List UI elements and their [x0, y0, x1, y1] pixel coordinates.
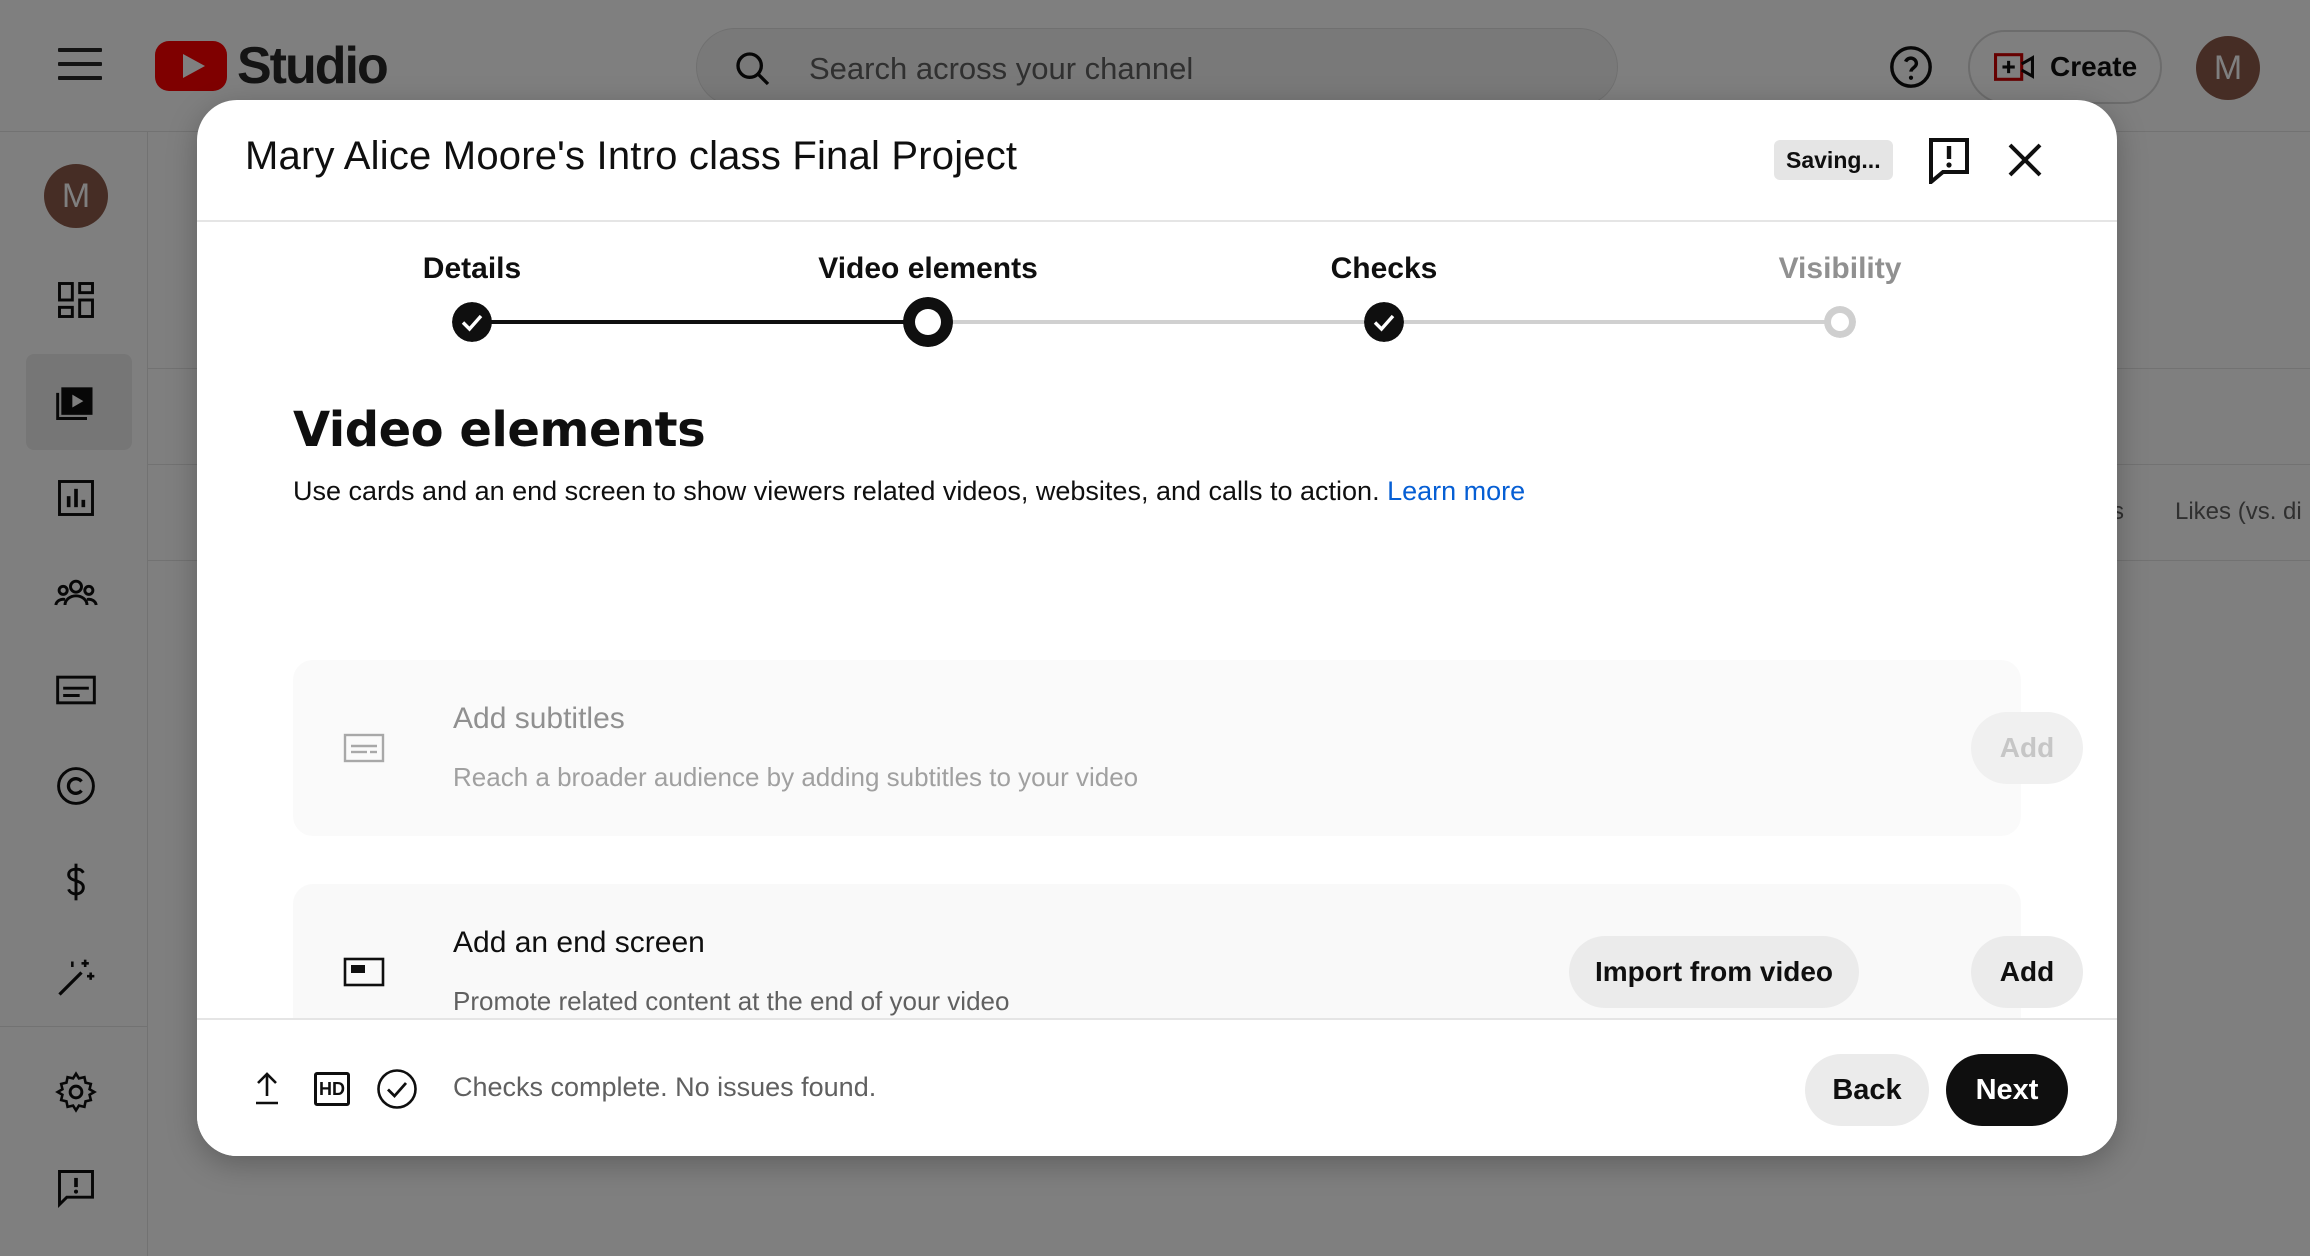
- subtitles-card-description: Reach a broader audience by adding subti…: [453, 762, 1139, 792]
- end-screen-card: Add an end screen Promote related conten…: [293, 884, 2083, 1020]
- report-issue-icon[interactable]: [1927, 136, 1971, 184]
- end-screen-card-title: Add an end screen: [453, 926, 705, 959]
- section-description: Use cards and an end screen to show view…: [293, 476, 1525, 507]
- learn-more-link[interactable]: Learn more: [1387, 476, 1525, 506]
- step-video-elements-current-icon[interactable]: [903, 297, 953, 347]
- step-checks-check-icon[interactable]: [1364, 302, 1404, 342]
- dialog-title: Mary Alice Moore's Intro class Final Pro…: [245, 134, 1018, 178]
- subtitles-card: Add subtitles Reach a broader audience b…: [293, 660, 2083, 836]
- step-details-check-icon[interactable]: [452, 302, 492, 342]
- video-details-dialog: Mary Alice Moore's Intro class Final Pro…: [197, 100, 2117, 1156]
- step-checks-label[interactable]: Checks: [1331, 252, 1438, 286]
- dialog-footer: HD Checks complete. No issues found. Bac…: [197, 1018, 2117, 1156]
- step-visibility-label[interactable]: Visibility: [1779, 252, 1902, 286]
- add-subtitles-button[interactable]: Add: [1971, 712, 2083, 784]
- next-button[interactable]: Next: [1946, 1054, 2068, 1126]
- close-icon[interactable]: [2005, 140, 2045, 180]
- upload-stepper: Details Video elements Checks Visibility: [197, 222, 2117, 352]
- end-screen-card-description: Promote related content at the end of yo…: [453, 986, 1010, 1016]
- back-button[interactable]: Back: [1805, 1054, 1929, 1126]
- dialog-content: Video elements Use cards and an end scre…: [197, 352, 2117, 1020]
- stepper-track-done: [472, 320, 928, 324]
- section-title: Video elements: [293, 402, 706, 458]
- checks-status-text: Checks complete. No issues found.: [453, 1072, 877, 1102]
- subtitles-icon: [343, 733, 385, 763]
- section-description-text: Use cards and an end screen to show view…: [293, 476, 1380, 506]
- upload-icon[interactable]: [253, 1070, 281, 1106]
- step-video-elements-label[interactable]: Video elements: [818, 252, 1038, 286]
- hd-icon[interactable]: HD: [314, 1072, 350, 1106]
- step-details-label[interactable]: Details: [423, 252, 521, 286]
- subtitles-card-title: Add subtitles: [453, 702, 625, 735]
- add-end-screen-button[interactable]: Add: [1971, 936, 2083, 1008]
- dialog-header: Mary Alice Moore's Intro class Final Pro…: [197, 100, 2117, 222]
- import-from-video-button[interactable]: Import from video: [1569, 936, 1859, 1008]
- end-screen-icon: [343, 957, 385, 987]
- checks-complete-icon[interactable]: [376, 1068, 418, 1110]
- hd-label: HD: [319, 1078, 345, 1099]
- saving-status-badge: Saving...: [1774, 140, 1893, 180]
- step-visibility-pending-icon[interactable]: [1824, 306, 1856, 338]
